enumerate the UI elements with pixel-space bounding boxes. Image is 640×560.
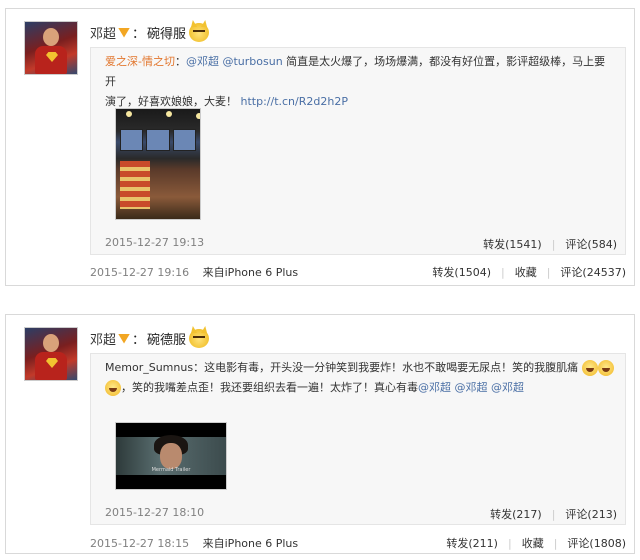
text-span: 演了，好喜欢娘娘，大麦！: [105, 95, 241, 108]
video-caption: Mermaid Trailer: [151, 467, 191, 473]
post-header: 邓超 ： 碗得服: [90, 23, 210, 42]
divider: |: [551, 507, 556, 521]
repost-actions: 转发(217) | 评论(213): [490, 506, 617, 522]
vip-crown-icon: [118, 27, 131, 38]
mention[interactable]: @turbosun: [222, 55, 282, 68]
divider: |: [507, 536, 512, 550]
repost-text: 爱之深-情之切：@邓超 @turbosun 简直是太火爆了，场场爆满，都没有好位…: [105, 52, 615, 112]
repost-line: 爱之深-情之切：@邓超 @turbosun 简直是太火爆了，场场爆满，都没有好位…: [105, 52, 615, 92]
post-time[interactable]: 2015-12-27 19:16: [90, 266, 189, 279]
divider: |: [546, 265, 551, 279]
text-span: ：: [174, 55, 186, 68]
repost-text: Memor_Sumnus：这电影有毒，开头没一分钟笑到我要炸！水也不敢喝要无尿点…: [105, 358, 625, 398]
post-actions: 转发(211) | 收藏 | 评论(1808): [446, 535, 626, 551]
post-actions: 转发(1504) | 收藏 | 评论(24537): [432, 264, 626, 280]
weibo-post: 邓超 ： 碗德服 Memor_Sumnus：这电影有毒，开头没一分钟笑到我要炸！…: [5, 314, 635, 554]
comment-button[interactable]: 评论(1808): [567, 535, 626, 551]
repost-comment-button[interactable]: 评论(584): [565, 236, 617, 252]
repost-forward-button[interactable]: 转发(1541): [483, 236, 542, 252]
post-text: 碗德服: [147, 333, 187, 348]
collect-button[interactable]: 收藏: [522, 535, 544, 551]
post-header: 邓超 ： 碗德服: [90, 329, 210, 348]
forward-button[interactable]: 转发(211): [446, 535, 498, 551]
comment-button[interactable]: 评论(24537): [560, 264, 626, 280]
post-text: 碗得服: [147, 27, 187, 42]
vip-crown-icon: [118, 333, 131, 344]
mentions[interactable]: @邓超 @邓超 @邓超: [418, 381, 524, 394]
handle[interactable]: 爱之深-情之切: [105, 55, 175, 68]
repost-line-text: ，笑的我嘴差点歪！我还要组织去看一遍！太炸了！真心有毒: [121, 381, 418, 394]
repost-line: ，笑的我嘴差点歪！我还要组织去看一遍！太炸了！真心有毒@邓超 @邓超 @邓超: [105, 378, 625, 398]
post-time[interactable]: 2015-12-27 18:15: [90, 537, 189, 550]
post-timestamp: 2015-12-27 19:16 来自iPhone 6 Plus: [90, 264, 298, 280]
author-name[interactable]: 邓超: [90, 329, 116, 348]
handle[interactable]: Memor_Sumnus：这电影有毒，开头没一分钟笑到我要炸！水也不敢喝要无尿点…: [105, 361, 578, 374]
link[interactable]: http://t.cn/R2d2h2P: [241, 95, 348, 108]
mention[interactable]: @邓超: [186, 55, 219, 68]
separator: ：: [132, 27, 146, 42]
forward-button[interactable]: 转发(1504): [432, 264, 491, 280]
post-source: 来自iPhone 6 Plus: [202, 266, 299, 279]
post-timestamp: 2015-12-27 18:15 来自iPhone 6 Plus: [90, 535, 298, 551]
post-source: 来自iPhone 6 Plus: [202, 537, 299, 550]
divider: |: [553, 536, 558, 550]
avatar[interactable]: [24, 21, 78, 75]
repost-line: Memor_Sumnus：这电影有毒，开头没一分钟笑到我要炸！水也不敢喝要无尿点…: [105, 358, 625, 378]
weibo-post: 邓超 ： 碗得服 爱之深-情之切：@邓超 @turbosun 简直是太火爆了，场…: [5, 8, 635, 286]
reposted-content: 爱之深-情之切：@邓超 @turbosun 简直是太火爆了，场场爆满，都没有好位…: [90, 47, 626, 255]
repost-actions: 转发(1541) | 评论(584): [483, 236, 617, 252]
repost-timestamp[interactable]: 2015-12-27 19:13: [105, 236, 204, 249]
author-name[interactable]: 邓超: [90, 23, 116, 42]
divider: |: [551, 237, 556, 251]
repost-image[interactable]: [115, 108, 201, 220]
cat-face-emoji: [189, 329, 210, 348]
avatar[interactable]: [24, 327, 78, 381]
repost-forward-button[interactable]: 转发(217): [490, 506, 542, 522]
reposted-content: Memor_Sumnus：这电影有毒，开头没一分钟笑到我要炸！水也不敢喝要无尿点…: [90, 353, 626, 525]
laugh-cry-emoji: [105, 380, 121, 396]
laugh-cry-emoji: [597, 360, 614, 376]
divider: |: [500, 265, 505, 279]
cat-face-emoji: [189, 23, 210, 42]
collect-button[interactable]: 收藏: [515, 264, 537, 280]
repost-comment-button[interactable]: 评论(213): [565, 506, 617, 522]
laugh-cry-emoji: [581, 360, 598, 376]
separator: ：: [132, 333, 146, 348]
repost-timestamp[interactable]: 2015-12-27 18:10: [105, 506, 204, 519]
repost-line-text: Memor_Sumnus：这电影有毒，开头没一分钟笑到我要炸！水也不敢喝要无尿点…: [105, 361, 578, 374]
repost-video-thumbnail[interactable]: Mermaid Trailer: [115, 422, 227, 490]
